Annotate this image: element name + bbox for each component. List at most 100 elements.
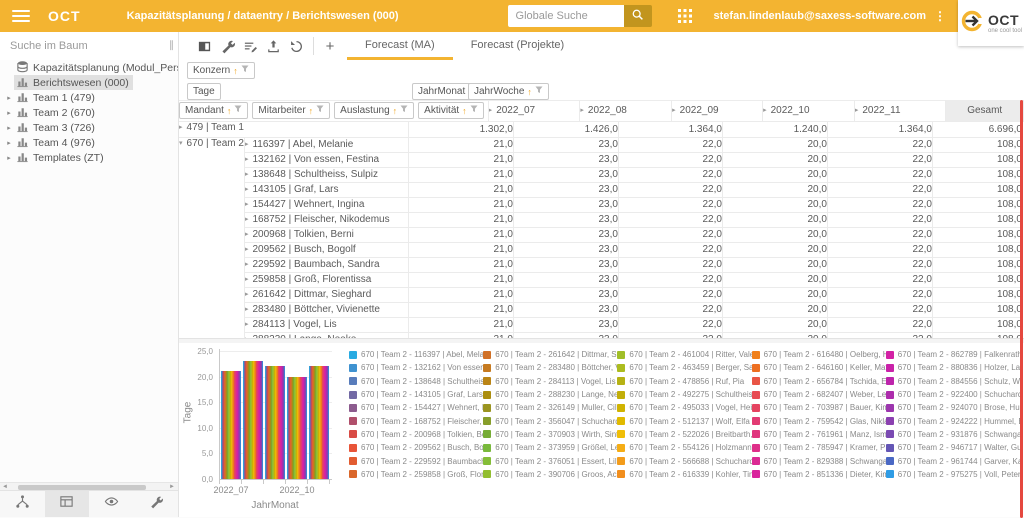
filter-funnel-icon[interactable] xyxy=(400,105,408,116)
legend-item[interactable]: 670 | Team 2 - 924222 | Hummel, Erwine xyxy=(886,414,1020,427)
legend-item[interactable]: 670 | Team 2 - 566688 | Schuchardt, Math… xyxy=(617,454,751,467)
legend-item[interactable]: 670 | Team 2 - 326149 | Muller, Cilli xyxy=(483,401,617,414)
vertical-scrollbar-red[interactable] xyxy=(1020,100,1023,518)
legend-item[interactable]: 670 | Team 2 - 682407 | Weber, Leamara xyxy=(752,388,886,401)
field-chip-auslastung[interactable]: Auslastung↑ xyxy=(334,102,414,119)
legend-item[interactable]: 670 | Team 2 - 259858 | Groß, Florentiss… xyxy=(349,468,483,481)
legend-item[interactable]: 670 | Team 2 - 922400 | Schuchardt, Hilt… xyxy=(886,388,1020,401)
column-header-2022_10[interactable]: ▸2022_10 xyxy=(763,100,855,122)
legend-item[interactable]: 670 | Team 2 - 761961 | Manz, Ismeria xyxy=(752,428,886,441)
user-menu[interactable]: stefan.lindenlaub@saxess-software.com xyxy=(714,10,926,22)
employee-cell[interactable]: ▸261642 | Dittmar, Sieghard xyxy=(244,287,408,302)
legend-item[interactable]: 670 | Team 2 - 143105 | Graf, Lars xyxy=(349,388,483,401)
edit-list-icon[interactable] xyxy=(239,35,261,57)
employee-cell[interactable]: ▸229592 | Baumbach, Sandra xyxy=(244,257,408,272)
legend-item[interactable]: 670 | Team 2 - 851336 | Dieter, Kim xyxy=(752,468,886,481)
field-chip-aktivitt[interactable]: Aktivität↑ xyxy=(418,102,484,119)
legend-item[interactable]: 670 | Team 2 - 132162 | Von essen, Festi… xyxy=(349,361,483,374)
employee-cell[interactable]: ▸154427 | Wehnert, Ingina xyxy=(244,197,408,212)
legend-item[interactable]: 670 | Team 2 - 656784 | Tschida, Edburga xyxy=(752,375,886,388)
filter-funnel-icon[interactable] xyxy=(470,105,478,116)
tab-forecast-projekte-[interactable]: Forecast (Projekte) xyxy=(453,32,583,60)
legend-item[interactable]: 670 | Team 2 - 261642 | Dittmar, Sieghar… xyxy=(483,348,617,361)
tree-item-kapazit-tsplanung-modul-pers[interactable]: Kapazitätsplanung (Modul_Personalkapazit… xyxy=(0,60,178,75)
expand-column-icon[interactable]: ▸ xyxy=(855,107,859,114)
tree-item-team-4-976-[interactable]: ▸Team 4 (976) xyxy=(0,135,178,150)
expand-column-icon[interactable]: ▸ xyxy=(763,107,767,114)
legend-item[interactable]: 670 | Team 2 - 961744 | Garver, Karsta xyxy=(886,454,1020,467)
search-button[interactable] xyxy=(624,5,652,27)
global-search-input[interactable] xyxy=(508,5,624,27)
filter-chip-konzern[interactable]: Konzern ↑ xyxy=(187,62,255,79)
column-header-2022_09[interactable]: ▸2022_09 xyxy=(672,100,763,122)
wrench-icon[interactable] xyxy=(216,35,238,57)
employee-cell[interactable]: ▸283480 | Böttcher, Vivienette xyxy=(244,302,408,317)
expand-column-icon[interactable]: ▸ xyxy=(489,107,493,114)
legend-item[interactable]: 670 | Team 2 - 975275 | Voll, Peter xyxy=(886,468,1020,481)
group-cell-team1[interactable]: ▸479 | Team 1 xyxy=(179,122,408,137)
legend-item[interactable]: 670 | Team 2 - 616339 | Kohler, Tim xyxy=(617,468,751,481)
expand-row-icon[interactable]: ▸ xyxy=(245,156,249,163)
legend-item[interactable]: 670 | Team 2 - 376051 | Essert, Lilent xyxy=(483,454,617,467)
tree-item-berichtswesen-000-[interactable]: Berichtswesen (000) xyxy=(0,75,178,90)
legend-item[interactable]: 670 | Team 2 - 284113 | Vogel, Lis xyxy=(483,375,617,388)
legend-item[interactable]: 670 | Team 2 - 554126 | Holzmann, Tebbe xyxy=(617,441,751,454)
legend-item[interactable]: 670 | Team 2 - 288230 | Lange, Neeke xyxy=(483,388,617,401)
legend-item[interactable]: 670 | Team 2 - 138648 | Schultheiss, Sul… xyxy=(349,375,483,388)
employee-cell[interactable]: ▸200968 | Tolkien, Berni xyxy=(244,227,408,242)
legend-item[interactable]: 670 | Team 2 - 759542 | Glas, Niklas xyxy=(752,414,886,427)
panel-resize-handle[interactable]: ∥ xyxy=(169,40,174,51)
table-view-button[interactable] xyxy=(45,491,90,517)
legend-item[interactable]: 670 | Team 2 - 478856 | Ruf, Pia xyxy=(617,375,751,388)
settings-button[interactable] xyxy=(134,491,179,517)
legend-item[interactable]: 670 | Team 2 - 785947 | Kramer, Pia xyxy=(752,441,886,454)
field-chip-mitarbeiter[interactable]: Mitarbeiter↑ xyxy=(252,102,330,119)
legend-item[interactable]: 670 | Team 2 - 880836 | Holzer, Lambert xyxy=(886,361,1020,374)
legend-item[interactable]: 670 | Team 2 - 463459 | Berger, Saven xyxy=(617,361,751,374)
expand-arrow-icon[interactable]: ▸ xyxy=(4,94,14,102)
employee-cell[interactable]: ▸259858 | Groß, Florentissa xyxy=(244,272,408,287)
legend-item[interactable]: 670 | Team 2 - 373959 | Größel, Lenni xyxy=(483,441,617,454)
tree-item-team-1-479-[interactable]: ▸Team 1 (479) xyxy=(0,90,178,105)
employee-cell[interactable]: ▸116397 | Abel, Melanie xyxy=(244,137,408,152)
expand-row-icon[interactable]: ▸ xyxy=(245,321,249,328)
expand-row-icon[interactable]: ▸ xyxy=(179,124,183,131)
filter-funnel-icon[interactable] xyxy=(316,105,324,116)
legend-item[interactable]: 670 | Team 2 - 209562 | Busch, Bogolf xyxy=(349,441,483,454)
tree-item-team-2-670-[interactable]: ▸Team 2 (670) xyxy=(0,105,178,120)
expand-row-icon[interactable]: ▸ xyxy=(245,171,249,178)
tab-forecast-ma-[interactable]: Forecast (MA) xyxy=(347,32,453,60)
column-header-2022_11[interactable]: ▸2022_11 xyxy=(854,100,946,122)
add-tab-button[interactable]: + xyxy=(319,38,341,55)
legend-item[interactable]: 670 | Team 2 - 492275 | Schultheiss, Noe… xyxy=(617,388,751,401)
employee-cell[interactable]: ▸132162 | Von essen, Festina xyxy=(244,152,408,167)
legend-item[interactable]: 670 | Team 2 - 495033 | Vogel, Heinold xyxy=(617,401,751,414)
tree-search-input[interactable] xyxy=(0,32,160,60)
hierarchy-view-button[interactable] xyxy=(0,491,45,517)
employee-cell[interactable]: ▸168752 | Fleischer, Nikodemus xyxy=(244,212,408,227)
legend-item[interactable]: 670 | Team 2 - 229592 | Baumbach, Sandra xyxy=(349,454,483,467)
preview-button[interactable] xyxy=(89,491,134,517)
tree-item-team-3-726-[interactable]: ▸Team 3 (726) xyxy=(0,120,178,135)
legend-item[interactable]: 670 | Team 2 - 931876 | Schwangau, Huber… xyxy=(886,428,1020,441)
legend-item[interactable]: 670 | Team 2 - 862789 | Falkenrath, Frin… xyxy=(886,348,1020,361)
expand-row-icon[interactable]: ▸ xyxy=(245,261,249,268)
expand-row-icon[interactable]: ▸ xyxy=(245,276,249,283)
expand-row-icon[interactable]: ▸ xyxy=(245,216,249,223)
legend-item[interactable]: 670 | Team 2 - 512137 | Wolf, Elfa xyxy=(617,414,751,427)
column-chip-jahrwoche[interactable]: JahrWoche ↑ xyxy=(468,83,549,100)
legend-item[interactable]: 670 | Team 2 - 168752 | Fleischer, Nikod… xyxy=(349,414,483,427)
group-cell-team2[interactable]: ▾670 | Team 2 xyxy=(179,137,244,338)
employee-cell[interactable]: ▸138648 | Schultheiss, Sulpiz xyxy=(244,167,408,182)
expand-column-icon[interactable]: ▸ xyxy=(672,107,676,114)
apps-grid-icon[interactable] xyxy=(678,9,692,23)
tree-item-templates-zt-[interactable]: ▸Templates (ZT) xyxy=(0,150,178,165)
expand-arrow-icon[interactable]: ▸ xyxy=(4,124,14,132)
expand-arrow-icon[interactable]: ▸ xyxy=(4,139,14,147)
overflow-menu-icon[interactable]: ⋮ xyxy=(934,9,946,23)
column-header-2022_07[interactable]: ▸2022_07 xyxy=(488,100,580,122)
expand-row-icon[interactable]: ▸ xyxy=(245,186,249,193)
expand-column-icon[interactable]: ▸ xyxy=(580,107,584,114)
expand-arrow-icon[interactable]: ▸ xyxy=(4,154,14,162)
upload-icon[interactable] xyxy=(262,35,284,57)
